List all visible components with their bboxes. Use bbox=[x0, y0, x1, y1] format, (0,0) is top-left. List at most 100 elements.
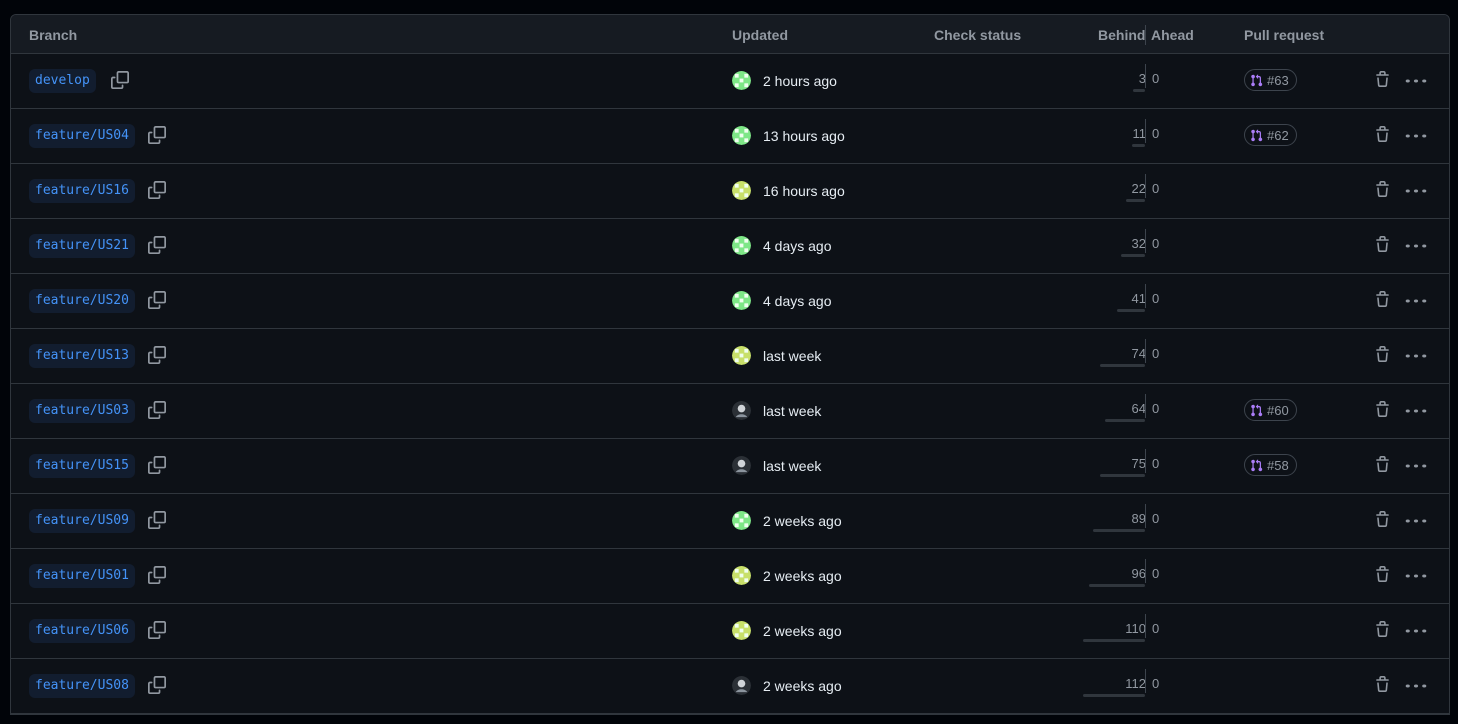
more-options-kebab-icon[interactable] bbox=[1405, 623, 1427, 639]
behind-bar bbox=[1100, 364, 1145, 367]
branch-name-link[interactable]: feature/US20 bbox=[29, 289, 135, 313]
more-options-kebab-icon[interactable] bbox=[1405, 513, 1427, 529]
table-row: feature/US09 2 weeks ago 89 0 bbox=[11, 494, 1449, 549]
avatar[interactable] bbox=[732, 511, 751, 530]
delete-branch-trash-icon[interactable] bbox=[1374, 126, 1392, 146]
more-options-kebab-icon[interactable] bbox=[1405, 128, 1427, 144]
pull-request-badge[interactable]: #62 bbox=[1244, 124, 1297, 146]
table-header: Branch Updated Check status Behind Ahead… bbox=[11, 15, 1449, 54]
behind-count: 110 bbox=[1125, 621, 1146, 636]
avatar[interactable] bbox=[732, 346, 751, 365]
table-row: feature/US16 16 hours ago 22 0 bbox=[11, 164, 1449, 219]
more-options-kebab-icon[interactable] bbox=[1405, 238, 1427, 254]
copy-icon[interactable] bbox=[148, 346, 168, 366]
delete-branch-trash-icon[interactable] bbox=[1374, 566, 1392, 586]
avatar[interactable] bbox=[732, 126, 751, 145]
pull-request-badge[interactable]: #58 bbox=[1244, 454, 1297, 476]
branch-name-link[interactable]: feature/US21 bbox=[29, 234, 135, 258]
copy-icon[interactable] bbox=[148, 676, 168, 696]
delete-branch-trash-icon[interactable] bbox=[1374, 621, 1392, 641]
branch-name-link[interactable]: feature/US03 bbox=[29, 399, 135, 423]
avatar[interactable] bbox=[732, 291, 751, 310]
avatar[interactable] bbox=[732, 181, 751, 200]
branch-name-link[interactable]: feature/US16 bbox=[29, 179, 135, 203]
branch-name-link[interactable]: feature/US09 bbox=[29, 509, 135, 533]
ahead-count: 0 bbox=[1152, 676, 1160, 691]
behind-bar bbox=[1126, 199, 1145, 202]
table-row: feature/US04 13 hours ago 11 0 #62 bbox=[11, 109, 1449, 164]
ahead-behind-divider bbox=[1145, 504, 1146, 528]
copy-icon[interactable] bbox=[148, 291, 168, 311]
delete-branch-trash-icon[interactable] bbox=[1374, 401, 1392, 421]
updated-time: last week bbox=[763, 403, 822, 419]
avatar[interactable] bbox=[732, 401, 751, 420]
delete-branch-trash-icon[interactable] bbox=[1374, 676, 1392, 696]
table-row: develop 2 hours ago 3 0 #63 bbox=[11, 54, 1449, 109]
branch-name-link[interactable]: feature/US08 bbox=[29, 674, 135, 698]
behind-count: 96 bbox=[1131, 566, 1146, 581]
ahead-count: 0 bbox=[1152, 71, 1160, 86]
ahead-count: 0 bbox=[1152, 181, 1160, 196]
more-options-kebab-icon[interactable] bbox=[1405, 293, 1427, 309]
more-options-kebab-icon[interactable] bbox=[1405, 458, 1427, 474]
table-row: feature/US13 last week 74 0 bbox=[11, 329, 1449, 384]
avatar[interactable] bbox=[732, 621, 751, 640]
copy-icon[interactable] bbox=[148, 511, 168, 531]
table-row: feature/US06 2 weeks ago 110 0 bbox=[11, 604, 1449, 659]
branch-name-link[interactable]: develop bbox=[29, 69, 96, 93]
copy-icon[interactable] bbox=[148, 621, 168, 641]
ahead-behind-divider bbox=[1145, 449, 1146, 473]
header-updated[interactable]: Updated bbox=[732, 27, 788, 43]
avatar[interactable] bbox=[732, 71, 751, 90]
updated-time: 2 weeks ago bbox=[763, 513, 842, 529]
ahead-behind-divider bbox=[1145, 559, 1146, 583]
more-options-kebab-icon[interactable] bbox=[1405, 73, 1427, 89]
copy-icon[interactable] bbox=[148, 126, 168, 146]
delete-branch-trash-icon[interactable] bbox=[1374, 181, 1392, 201]
ahead-behind-divider bbox=[1145, 669, 1146, 693]
branch-name-link[interactable]: feature/US15 bbox=[29, 454, 135, 478]
pull-request-badge[interactable]: #63 bbox=[1244, 69, 1297, 91]
avatar[interactable] bbox=[732, 236, 751, 255]
delete-branch-trash-icon[interactable] bbox=[1374, 346, 1392, 366]
branch-name-link[interactable]: feature/US06 bbox=[29, 619, 135, 643]
copy-icon[interactable] bbox=[148, 181, 168, 201]
behind-bar bbox=[1131, 144, 1145, 147]
more-options-kebab-icon[interactable] bbox=[1405, 568, 1427, 584]
avatar[interactable] bbox=[732, 566, 751, 585]
ahead-count: 0 bbox=[1152, 456, 1160, 471]
branch-name-link[interactable]: feature/US04 bbox=[29, 124, 135, 148]
behind-bar bbox=[1083, 639, 1145, 642]
updated-time: 13 hours ago bbox=[763, 128, 845, 144]
branch-name-link[interactable]: feature/US13 bbox=[29, 344, 135, 368]
behind-count: 11 bbox=[1132, 126, 1147, 141]
copy-icon[interactable] bbox=[148, 456, 168, 476]
pull-request-badge[interactable]: #60 bbox=[1244, 399, 1297, 421]
copy-icon[interactable] bbox=[148, 566, 168, 586]
more-options-kebab-icon[interactable] bbox=[1405, 678, 1427, 694]
git-pull-request-icon bbox=[1250, 73, 1263, 87]
branch-name-link[interactable]: feature/US01 bbox=[29, 564, 135, 588]
copy-icon[interactable] bbox=[111, 71, 131, 91]
more-options-kebab-icon[interactable] bbox=[1405, 348, 1427, 364]
avatar[interactable] bbox=[732, 456, 751, 475]
behind-bar bbox=[1133, 89, 1145, 92]
avatar[interactable] bbox=[732, 676, 751, 695]
delete-branch-trash-icon[interactable] bbox=[1374, 71, 1392, 91]
delete-branch-trash-icon[interactable] bbox=[1374, 456, 1392, 476]
table-row: feature/US01 2 weeks ago 96 0 bbox=[11, 549, 1449, 604]
delete-branch-trash-icon[interactable] bbox=[1374, 236, 1392, 256]
header-ahead: Ahead bbox=[1151, 27, 1194, 43]
ahead-count: 0 bbox=[1152, 566, 1160, 581]
delete-branch-trash-icon[interactable] bbox=[1374, 511, 1392, 531]
copy-icon[interactable] bbox=[148, 401, 168, 421]
more-options-kebab-icon[interactable] bbox=[1405, 183, 1427, 199]
ahead-behind-divider bbox=[1145, 284, 1146, 308]
delete-branch-trash-icon[interactable] bbox=[1374, 291, 1392, 311]
header-branch[interactable]: Branch bbox=[29, 27, 77, 43]
copy-icon[interactable] bbox=[148, 236, 168, 256]
behind-count: 64 bbox=[1131, 401, 1146, 416]
more-options-kebab-icon[interactable] bbox=[1405, 403, 1427, 419]
branches-table: Branch Updated Check status Behind Ahead… bbox=[10, 14, 1450, 715]
behind-bar bbox=[1089, 584, 1145, 587]
